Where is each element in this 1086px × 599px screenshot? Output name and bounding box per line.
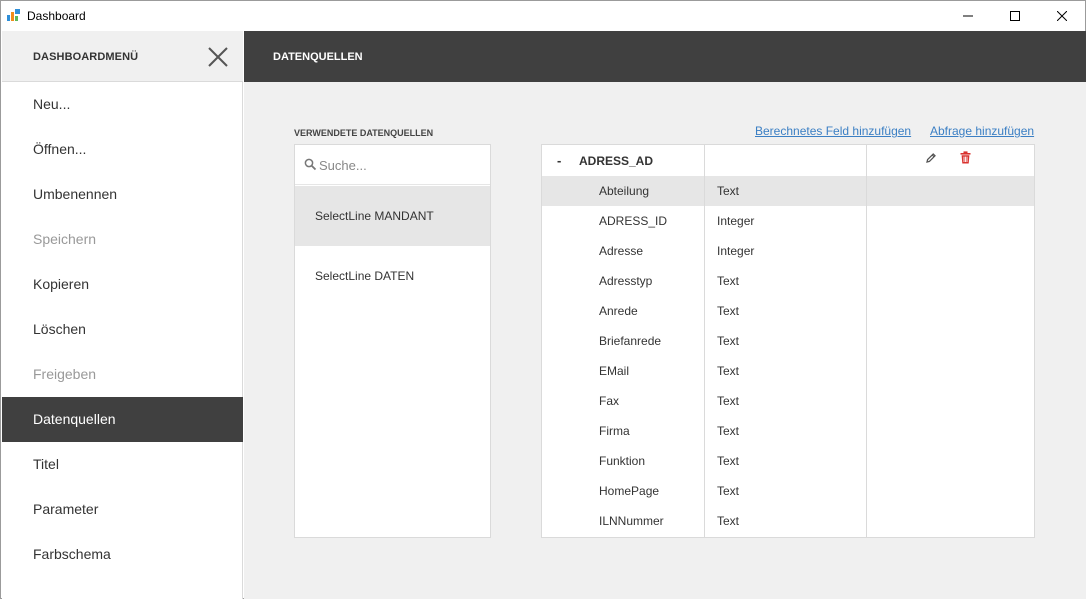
maximize-icon xyxy=(1010,11,1020,21)
menu-item-parameters[interactable]: Parameter xyxy=(2,487,243,532)
menu-item-data-sources[interactable]: Datenquellen xyxy=(2,397,243,442)
field-name: Fax xyxy=(599,394,620,408)
field-type: Text xyxy=(717,184,740,198)
menu-item-save[interactable]: Speichern xyxy=(2,217,243,262)
field-name: Firma xyxy=(599,424,630,438)
add-calculated-field-link[interactable]: Berechnetes Feld hinzufügen xyxy=(755,124,911,138)
pencil-icon[interactable] xyxy=(925,152,937,164)
minimize-button[interactable] xyxy=(945,1,991,31)
sources-label: VERWENDETE DATENQUELLEN xyxy=(294,128,434,138)
title-bar: Dashboard xyxy=(1,1,1085,31)
search-input[interactable] xyxy=(319,154,484,176)
data-sources-list: SelectLine MANDANT SelectLine DATEN xyxy=(294,144,491,538)
app-window: Dashboard DASHBOARDMENÜ Neu... Öffnen...… xyxy=(0,0,1086,599)
table-row[interactable]: Abteilung Text xyxy=(542,176,1034,206)
search-row xyxy=(295,145,490,185)
field-name: Adresse xyxy=(599,244,644,258)
field-name: ILNNummer xyxy=(599,514,664,528)
field-type: Text xyxy=(717,424,740,438)
field-name: Briefanrede xyxy=(599,334,662,348)
menu-item-rename[interactable]: Umbenennen xyxy=(2,172,243,217)
field-type: Text xyxy=(717,274,740,288)
field-name: HomePage xyxy=(599,484,660,498)
menu-item-share[interactable]: Freigeben xyxy=(2,352,243,397)
field-name: Adresstyp xyxy=(599,274,653,288)
source-item-selectline-daten[interactable]: SelectLine DATEN xyxy=(295,246,490,306)
menu-item-delete[interactable]: Löschen xyxy=(2,307,243,352)
field-name: ADRESS_ID xyxy=(599,214,668,228)
table-row[interactable]: Fax Text xyxy=(542,386,1034,416)
column-divider xyxy=(704,145,705,537)
table-row[interactable]: Adresstyp Text xyxy=(542,266,1034,296)
field-type: Text xyxy=(717,304,740,318)
source-item-selectline-mandant[interactable]: SelectLine MANDANT xyxy=(295,186,490,246)
field-type: Text xyxy=(717,484,740,498)
menu-item-new[interactable]: Neu... xyxy=(2,82,243,127)
collapse-toggle[interactable]: - xyxy=(557,153,561,168)
main-content: VERWENDETE DATENQUELLEN SelectLine MANDA… xyxy=(244,82,1086,599)
field-name: EMail xyxy=(599,364,630,378)
table-row[interactable]: Firma Text xyxy=(542,416,1034,446)
field-name: Funktion xyxy=(599,454,646,468)
menu-item-title[interactable]: Titel xyxy=(2,442,243,487)
field-type: Integer xyxy=(717,214,755,228)
field-type: Text xyxy=(717,334,740,348)
table-name: ADRESS_AD xyxy=(579,154,654,168)
field-type: Text xyxy=(717,514,740,528)
page-title: DATENQUELLEN xyxy=(273,51,363,63)
field-type: Text xyxy=(717,454,740,468)
menu-item-copy[interactable]: Kopieren xyxy=(2,262,243,307)
menu-item-color-scheme[interactable]: Farbschema xyxy=(2,532,243,577)
table-header-row: - ADRESS_AD xyxy=(542,145,1034,176)
menu-title: DASHBOARDMENÜ xyxy=(33,51,139,63)
search-icon xyxy=(304,158,317,171)
add-query-link[interactable]: Abfrage hinzufügen xyxy=(930,124,1034,138)
table-row[interactable]: Funktion Text xyxy=(542,446,1034,476)
table-row[interactable]: ILNNummer Text xyxy=(542,506,1034,536)
field-type: Text xyxy=(717,364,740,378)
app-logo-icon xyxy=(7,9,20,21)
menu-item-open[interactable]: Öffnen... xyxy=(2,127,243,172)
trash-icon[interactable] xyxy=(960,151,971,164)
table-row[interactable]: HomePage Text xyxy=(542,476,1034,506)
close-icon xyxy=(1057,11,1067,21)
table-row[interactable]: EMail Text xyxy=(542,356,1034,386)
fields-table: Abteilung Text ADRESS_ID Integer Adresse… xyxy=(541,144,1035,538)
table-row[interactable]: Anrede Text xyxy=(542,296,1034,326)
window-title: Dashboard xyxy=(27,9,86,23)
field-type: Integer xyxy=(717,244,755,258)
field-name: Abteilung xyxy=(599,184,650,198)
table-row[interactable]: Adresse Integer xyxy=(542,236,1034,266)
main-header: DATENQUELLEN xyxy=(244,31,1086,82)
maximize-button[interactable] xyxy=(992,1,1038,31)
dashboard-menu: Neu... Öffnen... Umbenennen Speichern Ko… xyxy=(2,82,243,599)
minimize-icon xyxy=(963,15,973,17)
column-divider xyxy=(866,145,867,537)
close-menu-icon[interactable] xyxy=(207,46,229,68)
close-window-button[interactable] xyxy=(1039,1,1085,31)
table-row[interactable]: ADRESS_ID Integer xyxy=(542,206,1034,236)
dashboard-menu-header: DASHBOARDMENÜ xyxy=(2,31,243,82)
field-type: Text xyxy=(717,394,740,408)
field-name: Anrede xyxy=(599,304,638,318)
table-row[interactable]: Briefanrede Text xyxy=(542,326,1034,356)
